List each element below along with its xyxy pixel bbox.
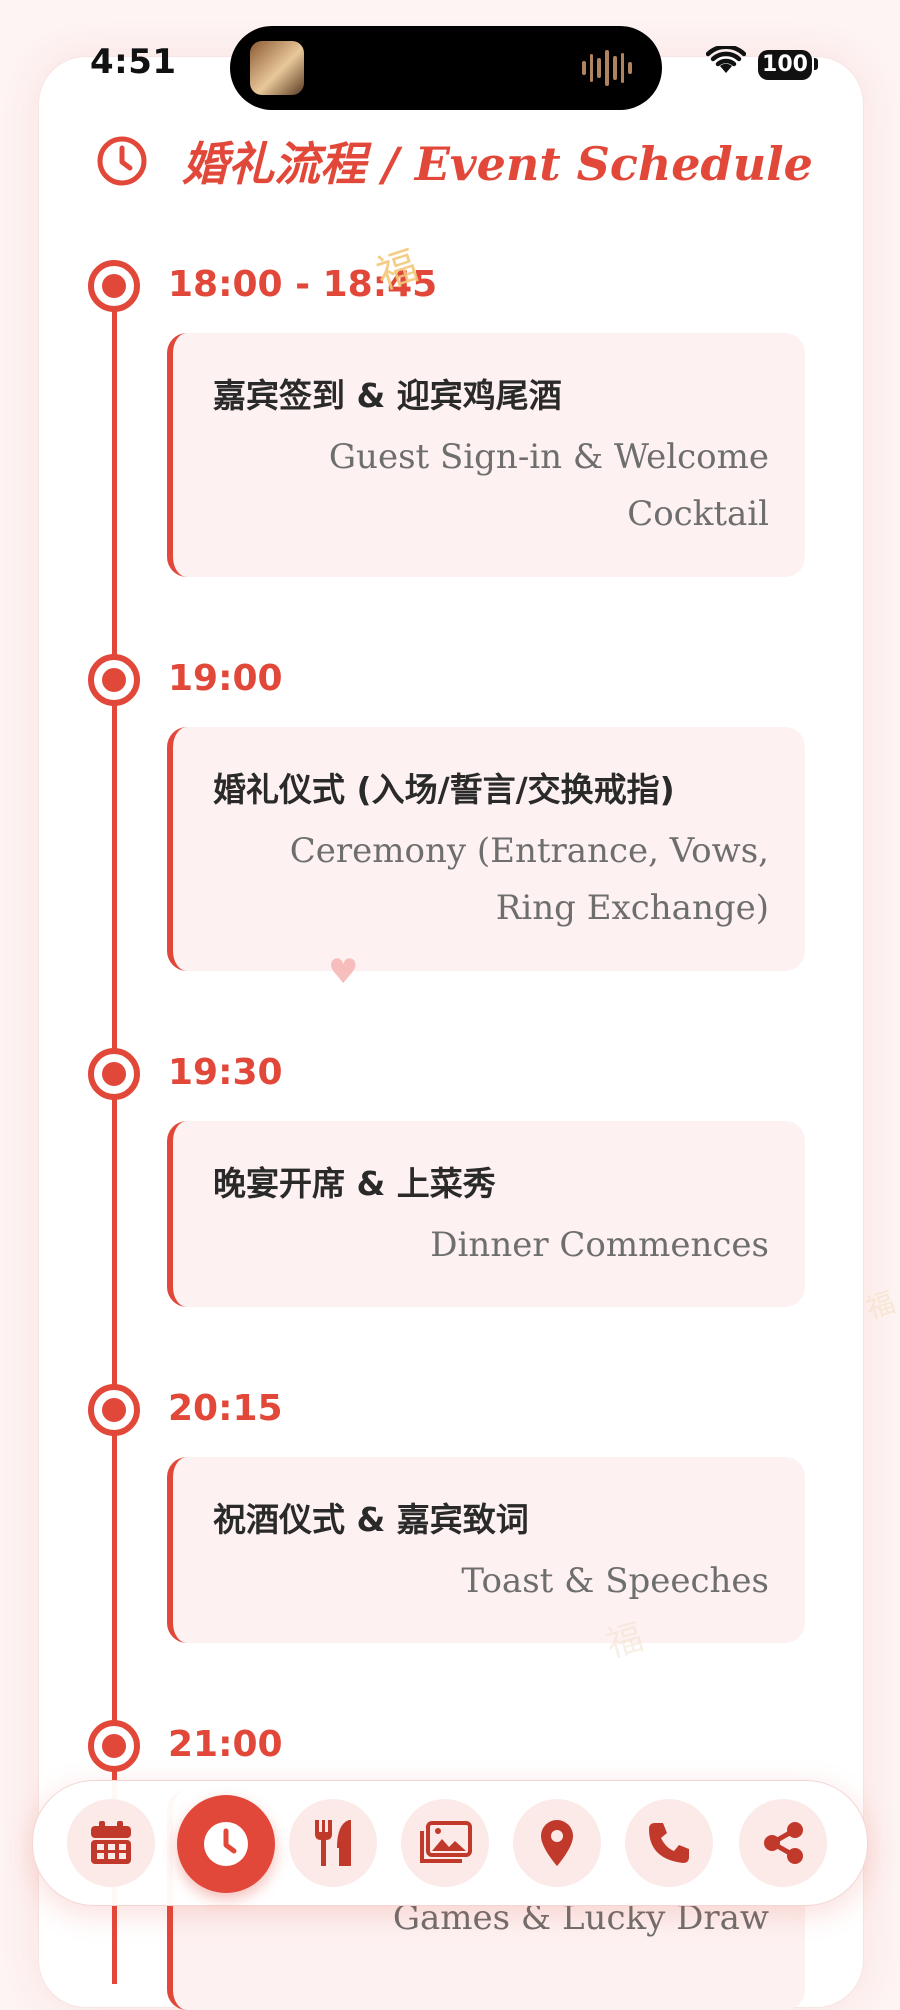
time-label: 21:00 bbox=[168, 1724, 283, 1765]
album-art-thumbnail bbox=[250, 41, 304, 95]
timeline-node bbox=[88, 1048, 140, 1100]
event-title-en: Ceremony (Entrance, Vows, Ring Exchange) bbox=[289, 831, 769, 928]
timeline-node bbox=[88, 654, 140, 706]
clock-icon bbox=[97, 136, 147, 186]
event-title-cn: 婚礼仪式 (入场/誓言/交换戒指) bbox=[213, 770, 675, 809]
timeline-node bbox=[88, 1384, 140, 1436]
timeline-node bbox=[88, 260, 140, 312]
fu-decoration: 福 bbox=[862, 1285, 899, 1326]
timeline-node bbox=[88, 1720, 140, 1772]
nav-contact-button[interactable] bbox=[625, 1799, 713, 1887]
bottom-nav bbox=[32, 1780, 868, 1906]
page-title: 婚礼流程 / Event Schedule bbox=[182, 137, 813, 191]
event-title-en: Guest Sign-in & Welcome Cocktail bbox=[328, 437, 769, 534]
event-card: 嘉宾签到 & 迎宾鸡尾酒 Guest Sign-in & Welcome Coc… bbox=[167, 333, 805, 577]
event-title-cn: 晚宴开席 & 上菜秀 bbox=[213, 1164, 496, 1203]
event-title-cn: 嘉宾签到 & 迎宾鸡尾酒 bbox=[213, 376, 562, 415]
time-label: 19:00 bbox=[168, 658, 283, 699]
nav-calendar-button[interactable] bbox=[67, 1799, 155, 1887]
page-header: 婚礼流程 / Event Schedule bbox=[96, 128, 813, 194]
clock-icon bbox=[204, 1822, 248, 1866]
location-pin-icon bbox=[541, 1820, 573, 1866]
battery-indicator: 100 bbox=[758, 50, 812, 80]
share-icon bbox=[764, 1822, 803, 1864]
phone-icon bbox=[649, 1823, 689, 1863]
calendar-icon bbox=[91, 1821, 131, 1864]
event-title-cn: 祝酒仪式 & 嘉宾致词 bbox=[213, 1500, 529, 1539]
status-time: 4:51 bbox=[90, 42, 177, 82]
event-card: 祝酒仪式 & 嘉宾致词 Toast & Speeches bbox=[167, 1457, 805, 1643]
nav-dining-button[interactable] bbox=[289, 1799, 377, 1887]
nav-share-button[interactable] bbox=[739, 1799, 827, 1887]
nav-schedule-button[interactable] bbox=[177, 1795, 275, 1893]
nav-location-button[interactable] bbox=[513, 1799, 601, 1887]
dynamic-island[interactable] bbox=[230, 26, 662, 110]
event-card: 晚宴开席 & 上菜秀 Dinner Commences bbox=[167, 1121, 805, 1307]
nav-gallery-button[interactable] bbox=[401, 1799, 489, 1887]
wifi-icon bbox=[706, 46, 746, 73]
photos-icon bbox=[420, 1821, 472, 1863]
event-card: 婚礼仪式 (入场/誓言/交换戒指) Ceremony (Entrance, Vo… bbox=[167, 727, 805, 971]
event-title-en: Toast & Speeches bbox=[461, 1561, 769, 1601]
audio-waveform-icon bbox=[582, 48, 633, 88]
event-title-en: Dinner Commences bbox=[430, 1225, 769, 1265]
utensils-icon bbox=[315, 1820, 351, 1866]
time-label: 19:30 bbox=[168, 1052, 283, 1093]
battery-tip bbox=[814, 58, 818, 70]
heart-decoration: ♥ bbox=[328, 952, 359, 992]
time-label: 20:15 bbox=[168, 1388, 283, 1429]
